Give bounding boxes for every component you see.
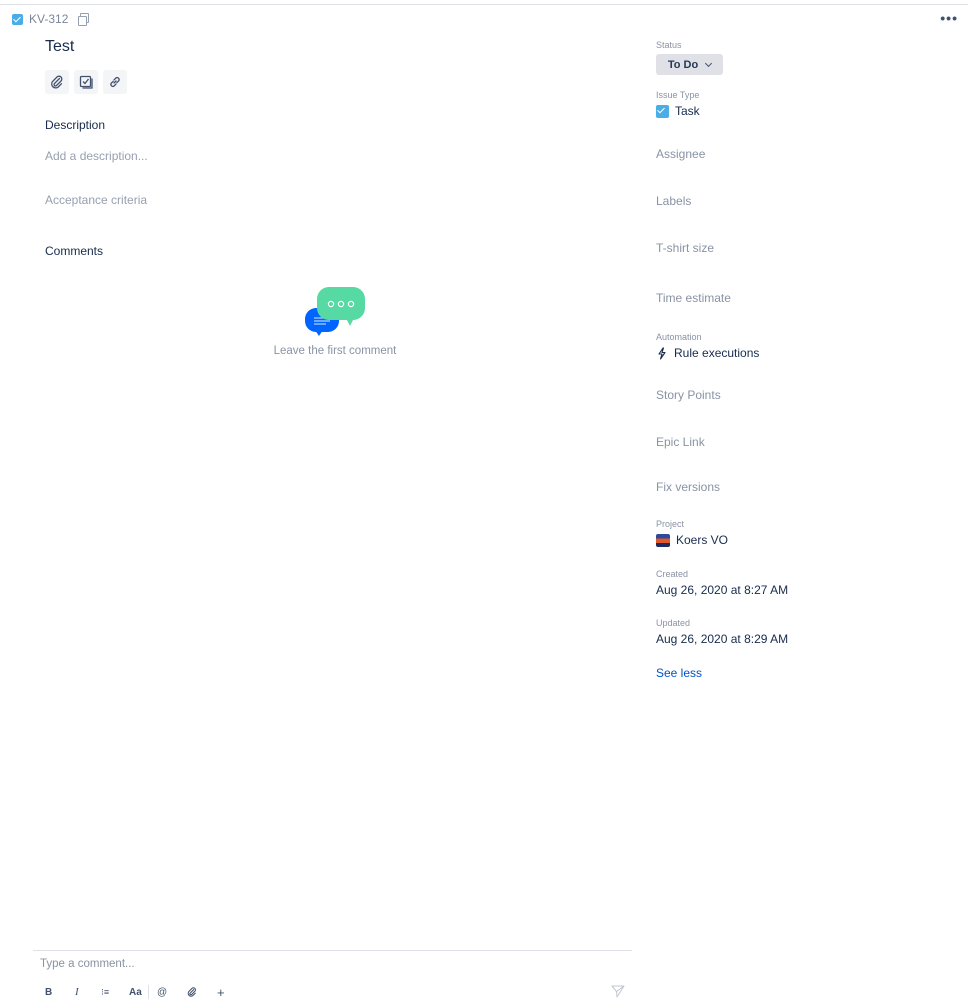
fix-versions-field[interactable]: Fix versions — [656, 480, 720, 494]
chevron-down-icon — [705, 59, 713, 67]
automation-value: Rule executions — [674, 346, 760, 360]
updated-label: Updated — [656, 618, 691, 628]
created-label: Created — [656, 569, 689, 579]
text-style-button[interactable]: Aa — [127, 985, 156, 999]
bullet-list-button[interactable]: ⁝≡ — [98, 985, 127, 999]
comment-toolbar: B I ⁝≡ Aa @ + — [40, 985, 242, 999]
lightning-bolt-icon — [658, 346, 666, 360]
more-actions-button[interactable]: ••• — [940, 10, 958, 26]
link-issue-button[interactable] — [103, 70, 127, 94]
toolbar-separator — [148, 985, 149, 999]
issue-key-row: KV-312 — [12, 12, 90, 26]
issue-toolbar — [45, 70, 127, 94]
see-less-link[interactable]: See less — [656, 666, 702, 680]
time-estimate-field[interactable]: Time estimate — [656, 291, 731, 305]
empty-comments-message: Leave the first comment — [273, 345, 397, 357]
status-value: To Do — [667, 58, 699, 71]
editor-divider — [33, 950, 632, 951]
created-value: Aug 26, 2020 at 8:27 AM — [656, 583, 789, 597]
mention-button[interactable]: @ — [155, 985, 184, 999]
issue-title[interactable]: Test — [45, 38, 74, 56]
project-label: Project — [656, 519, 685, 529]
insert-more-button[interactable]: + — [213, 985, 242, 999]
rule-executions-link[interactable]: Rule executions — [656, 346, 759, 360]
chat-bubbles-icon — [305, 287, 365, 336]
epic-link-field[interactable]: Epic Link — [656, 435, 705, 449]
issue-type-field[interactable]: Task — [656, 104, 700, 118]
issue-type-value: Task — [675, 104, 700, 118]
comments-heading: Comments — [45, 244, 104, 258]
automation-label: Automation — [656, 332, 702, 342]
acceptance-criteria-field[interactable]: Acceptance criteria — [45, 193, 147, 207]
link-icon — [110, 76, 120, 88]
top-divider — [0, 4, 968, 5]
assignee-field[interactable]: Assignee — [656, 147, 705, 161]
paperclip-icon — [187, 987, 196, 997]
labels-field[interactable]: Labels — [656, 194, 691, 208]
bold-button[interactable]: B — [40, 985, 69, 999]
project-avatar-icon — [656, 533, 670, 547]
task-icon — [656, 104, 669, 118]
status-dropdown[interactable]: To Do — [656, 54, 723, 75]
attach-file-button[interactable] — [184, 985, 213, 999]
project-field[interactable]: Koers VO — [656, 533, 728, 547]
issue-type-label: Issue Type — [656, 90, 700, 100]
updated-value: Aug 26, 2020 at 8:29 AM — [656, 632, 789, 646]
comment-input[interactable] — [40, 958, 600, 970]
copy-icon[interactable] — [78, 13, 90, 26]
send-icon — [611, 985, 625, 998]
italic-button[interactable]: I — [69, 985, 98, 999]
child-issue-icon — [79, 75, 93, 89]
issue-key-link[interactable]: KV-312 — [29, 12, 68, 26]
attach-button[interactable] — [45, 70, 69, 94]
tshirt-size-field[interactable]: T-shirt size — [656, 241, 714, 255]
description-field[interactable]: Add a description... — [45, 149, 148, 163]
create-subtask-button[interactable] — [74, 70, 98, 94]
empty-comments-state: Leave the first comment — [230, 286, 440, 357]
status-label: Status — [656, 40, 682, 50]
task-type-icon — [12, 13, 23, 25]
description-heading: Description — [45, 118, 106, 132]
attachment-icon — [51, 75, 63, 89]
send-button[interactable] — [611, 985, 625, 999]
story-points-field[interactable]: Story Points — [656, 388, 721, 402]
project-value: Koers VO — [676, 533, 729, 547]
